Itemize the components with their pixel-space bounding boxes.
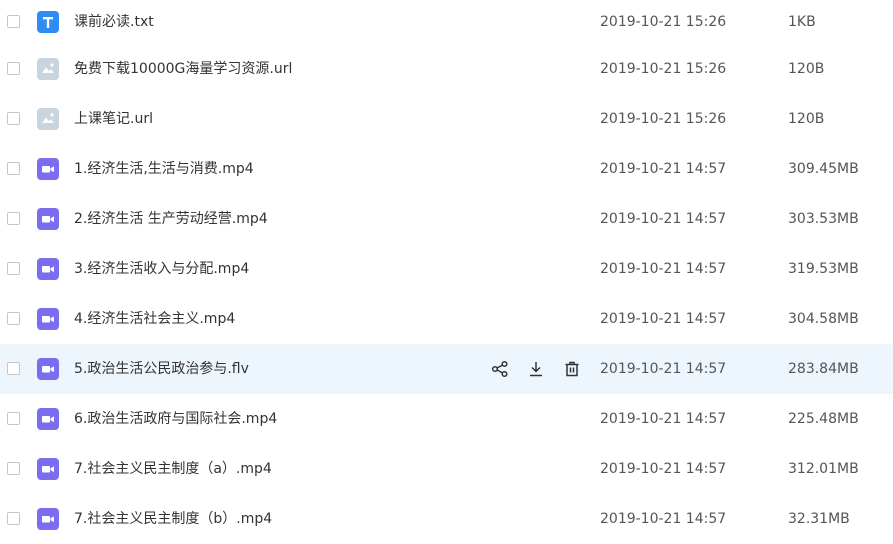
select-checkbox[interactable]	[7, 312, 20, 325]
file-name[interactable]: 2.经济生活 生产劳动经营.mp4	[74, 210, 268, 228]
file-name[interactable]: 7.社会主义民主制度（b）.mp4	[74, 510, 272, 528]
video-file-icon	[37, 258, 59, 280]
modified-date: 2019-10-21 14:57	[600, 161, 727, 177]
select-checkbox[interactable]	[7, 15, 20, 28]
share-icon[interactable]	[489, 358, 511, 380]
video-file-icon	[37, 358, 59, 380]
modified-date: 2019-10-21 14:57	[600, 311, 727, 327]
modified-date: 2019-10-21 15:26	[600, 14, 727, 30]
modified-date: 2019-10-21 14:57	[600, 511, 727, 527]
select-checkbox[interactable]	[7, 362, 20, 375]
modified-date: 2019-10-21 14:57	[600, 461, 727, 477]
file-size: 312.01MB	[788, 461, 859, 477]
file-row[interactable]: 7.社会主义民主制度（b）.mp4 2019-10-21 14:57 32.31MB	[0, 494, 893, 544]
file-size: 120B	[788, 61, 825, 77]
select-checkbox[interactable]	[7, 412, 20, 425]
file-row[interactable]: 课前必读.txt 2019-10-21 15:26 1KB	[0, 0, 893, 44]
file-size: 283.84MB	[788, 361, 859, 377]
select-checkbox[interactable]	[7, 162, 20, 175]
file-size: 225.48MB	[788, 411, 859, 427]
select-checkbox[interactable]	[7, 462, 20, 475]
link-file-icon	[37, 58, 59, 80]
file-name[interactable]: 4.经济生活社会主义.mp4	[74, 310, 235, 328]
file-row[interactable]: 上课笔记.url 2019-10-21 15:26 120B	[0, 94, 893, 144]
file-list: 课前必读.txt 2019-10-21 15:26 1KB 免费下载10000G海量学…	[0, 0, 893, 539]
file-row[interactable]: 2.经济生活 生产劳动经营.mp4 2019-10-21 14:57 303.53M…	[0, 194, 893, 244]
video-file-icon	[37, 408, 59, 430]
video-file-icon	[37, 508, 59, 530]
modified-date: 2019-10-21 15:26	[600, 61, 727, 77]
modified-date: 2019-10-21 14:57	[600, 261, 727, 277]
file-name[interactable]: 1.经济生活,生活与消费.mp4	[74, 160, 254, 178]
file-row[interactable]: 4.经济生活社会主义.mp4 2019-10-21 14:57 304.58MB	[0, 294, 893, 344]
file-row[interactable]: 6.政治生活政府与国际社会.mp4 2019-10-21 14:57 225.48M…	[0, 394, 893, 444]
modified-date: 2019-10-21 15:26	[600, 111, 727, 127]
file-row[interactable]: 1.经济生活,生活与消费.mp4 2019-10-21 14:57 309.45MB	[0, 144, 893, 194]
modified-date: 2019-10-21 14:57	[600, 361, 727, 377]
delete-icon[interactable]	[561, 358, 583, 380]
row-actions	[489, 358, 583, 380]
file-size: 1KB	[788, 14, 816, 30]
video-file-icon	[37, 308, 59, 330]
file-size: 304.58MB	[788, 311, 859, 327]
select-checkbox[interactable]	[7, 112, 20, 125]
select-checkbox[interactable]	[7, 262, 20, 275]
file-name[interactable]: 课前必读.txt	[74, 13, 154, 31]
file-row[interactable]: 3.经济生活收入与分配.mp4 2019-10-21 14:57 319.53MB	[0, 244, 893, 294]
modified-date: 2019-10-21 14:57	[600, 411, 727, 427]
file-name[interactable]: 上课笔记.url	[74, 110, 153, 128]
link-file-icon	[37, 108, 59, 130]
file-row[interactable]: 5.政治生活公民政治参与.flv 2019-10-21 14:57 283.84MB	[0, 344, 893, 394]
file-name[interactable]: 7.社会主义民主制度（a）.mp4	[74, 460, 272, 478]
video-file-icon	[37, 158, 59, 180]
video-file-icon	[37, 458, 59, 480]
select-checkbox[interactable]	[7, 212, 20, 225]
txt-file-icon	[37, 11, 59, 33]
video-file-icon	[37, 208, 59, 230]
file-size: 32.31MB	[788, 511, 850, 527]
download-icon[interactable]	[525, 358, 547, 380]
file-size: 309.45MB	[788, 161, 859, 177]
file-size: 120B	[788, 111, 825, 127]
file-row[interactable]: 7.社会主义民主制度（a）.mp4 2019-10-21 14:57 312.01M…	[0, 444, 893, 494]
file-name[interactable]: 6.政治生活政府与国际社会.mp4	[74, 410, 277, 428]
modified-date: 2019-10-21 14:57	[600, 211, 727, 227]
file-size: 303.53MB	[788, 211, 859, 227]
select-checkbox[interactable]	[7, 62, 20, 75]
file-size: 319.53MB	[788, 261, 859, 277]
file-name[interactable]: 3.经济生活收入与分配.mp4	[74, 260, 249, 278]
file-name[interactable]: 5.政治生活公民政治参与.flv	[74, 360, 249, 378]
select-checkbox[interactable]	[7, 512, 20, 525]
file-name[interactable]: 免费下载10000G海量学习资源.url	[74, 60, 292, 78]
file-row[interactable]: 免费下载10000G海量学习资源.url 2019-10-21 15:26 120B	[0, 44, 893, 94]
